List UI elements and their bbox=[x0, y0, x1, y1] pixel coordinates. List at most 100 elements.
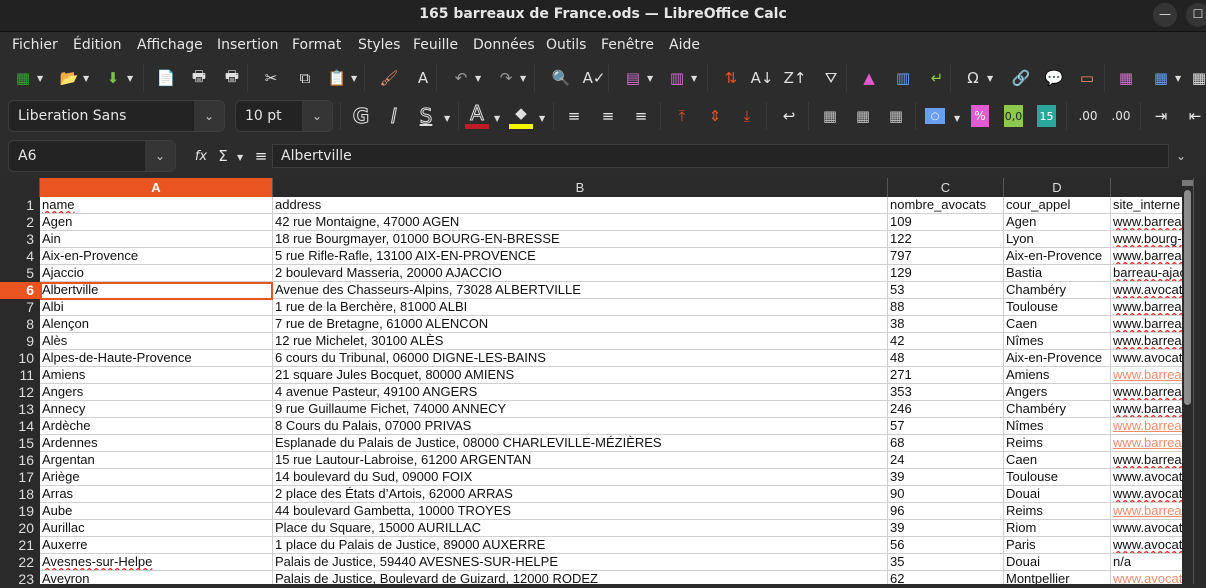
cell-cour-appel[interactable]: Montpellier bbox=[1004, 571, 1111, 584]
cell-nombre-avocats[interactable]: 62 bbox=[888, 571, 1004, 584]
row-header[interactable]: 18 bbox=[0, 486, 40, 503]
unmerge-cells-icon[interactable]: ▦ bbox=[885, 105, 907, 127]
cell-cour-appel[interactable]: Caen bbox=[1004, 316, 1111, 332]
align-center-icon[interactable]: ≡ bbox=[597, 105, 619, 127]
cell-site-internet[interactable]: www.barreau bbox=[1111, 248, 1182, 264]
column-header-b[interactable]: B bbox=[273, 178, 888, 197]
cell-cour-appel[interactable]: Riom bbox=[1004, 520, 1111, 536]
cell-name[interactable]: Ariège bbox=[40, 469, 273, 485]
cell-address[interactable]: Esplanade du Palais de Justice, 08000 CH… bbox=[273, 435, 888, 451]
row-header[interactable]: 22 bbox=[0, 554, 40, 571]
cell-site-internet[interactable]: www.avocat bbox=[1111, 571, 1182, 584]
underline-dropdown-arrow[interactable]: ▼ bbox=[444, 115, 452, 123]
cell-name[interactable]: Auxerre bbox=[40, 537, 273, 553]
cell-name[interactable]: Aveyron bbox=[40, 571, 273, 584]
cell-name[interactable]: Albertville bbox=[40, 282, 273, 298]
cell-nombre-avocats[interactable]: nombre_avocats bbox=[888, 197, 1004, 213]
special-character-icon[interactable]: Ω bbox=[962, 67, 984, 89]
cell-site-internet[interactable]: www.avocat bbox=[1111, 469, 1182, 485]
chevron-down-icon[interactable]: ⌄ bbox=[302, 101, 332, 131]
cell-nombre-avocats[interactable]: 90 bbox=[888, 486, 1004, 502]
cell-address[interactable]: 42 rue Montaigne, 47000 AGEN bbox=[273, 214, 888, 230]
cell-cour-appel[interactable]: Agen bbox=[1004, 214, 1111, 230]
cell-name[interactable]: Alençon bbox=[40, 316, 273, 332]
cell-site-internet[interactable]: www.barreau bbox=[1111, 384, 1182, 400]
row-header[interactable]: 21 bbox=[0, 537, 40, 554]
redo-icon[interactable]: ↷ bbox=[495, 67, 517, 89]
row-header[interactable]: 8 bbox=[0, 316, 40, 333]
paste-dropdown-arrow[interactable]: ▼ bbox=[351, 75, 359, 83]
column-header-e[interactable] bbox=[1111, 178, 1182, 197]
underline-icon[interactable]: S bbox=[415, 104, 437, 129]
cell-address[interactable]: 1 place du Palais de Justice, 89000 AUXE… bbox=[273, 537, 888, 553]
cell-address[interactable]: 2 boulevard Masseria, 20000 AJACCIO bbox=[273, 265, 888, 281]
cell-name[interactable]: Ajaccio bbox=[40, 265, 273, 281]
cell-name[interactable]: Annecy bbox=[40, 401, 273, 417]
cell-site-internet[interactable]: site_interne bbox=[1111, 197, 1182, 213]
save-icon[interactable]: ⬇ bbox=[102, 67, 124, 89]
vertical-scrollbar[interactable] bbox=[1182, 178, 1206, 584]
align-right-icon[interactable]: ≡ bbox=[630, 105, 652, 127]
add-decimal-icon[interactable]: .00 bbox=[1077, 105, 1099, 127]
increase-indent-icon[interactable]: ⇥ bbox=[1150, 105, 1172, 127]
row-header[interactable]: 13 bbox=[0, 401, 40, 418]
freeze-rows-columns-icon[interactable]: ▦ bbox=[1150, 67, 1172, 89]
chevron-down-icon[interactable]: ⌄ bbox=[145, 141, 175, 171]
cell-site-internet[interactable]: www.barreau bbox=[1111, 435, 1182, 451]
print-range-icon[interactable]: ▦ bbox=[1115, 67, 1137, 89]
name-box[interactable]: A6 ⌄ bbox=[8, 140, 176, 172]
cell-address[interactable]: 4 avenue Pasteur, 49100 ANGERS bbox=[273, 384, 888, 400]
cell-cour-appel[interactable]: Paris bbox=[1004, 537, 1111, 553]
open-dropdown-arrow[interactable]: ▼ bbox=[83, 75, 91, 83]
row-header[interactable]: 4 bbox=[0, 248, 40, 265]
column-dropdown-arrow[interactable]: ▼ bbox=[691, 75, 699, 83]
italic-icon[interactable]: I bbox=[383, 104, 405, 129]
cell-cour-appel[interactable]: Aix-en-Provence bbox=[1004, 350, 1111, 366]
cell-address[interactable]: 21 square Jules Bocquet, 80000 AMIENS bbox=[273, 367, 888, 383]
cell-nombre-avocats[interactable]: 129 bbox=[888, 265, 1004, 281]
cell-name[interactable]: Agen bbox=[40, 214, 273, 230]
new-spreadsheet-icon[interactable]: ▦ bbox=[12, 67, 34, 89]
minimize-button[interactable]: — bbox=[1153, 3, 1177, 27]
row-header[interactable]: 5 bbox=[0, 265, 40, 282]
cell-nombre-avocats[interactable]: 24 bbox=[888, 452, 1004, 468]
formula-input[interactable]: Albertville bbox=[272, 144, 1169, 168]
row-icon[interactable]: ▤ bbox=[622, 67, 644, 89]
cell-name[interactable]: Alpes-de-Haute-Provence bbox=[40, 350, 273, 366]
find-replace-icon[interactable]: 🔍 bbox=[550, 67, 572, 89]
percent-format-icon[interactable]: % bbox=[971, 105, 989, 127]
number-format-icon[interactable]: 0,0 bbox=[1004, 105, 1023, 127]
cell-cour-appel[interactable]: Nîmes bbox=[1004, 333, 1111, 349]
decrease-indent-icon[interactable]: ⇤ bbox=[1184, 105, 1206, 127]
row-header[interactable]: 16 bbox=[0, 452, 40, 469]
cell-address[interactable]: 2 place des États d’Artois, 62000 ARRAS bbox=[273, 486, 888, 502]
row-header[interactable]: 19 bbox=[0, 503, 40, 520]
merge-cells-icon[interactable]: ▦ bbox=[852, 105, 874, 127]
cell-address[interactable]: 7 rue de Bretagne, 61000 ALENCON bbox=[273, 316, 888, 332]
row-header[interactable]: 1 bbox=[0, 197, 40, 214]
cell-address[interactable]: 44 boulevard Gambetta, 10000 TROYES bbox=[273, 503, 888, 519]
column-header-d[interactable]: D bbox=[1004, 178, 1111, 197]
chevron-down-icon[interactable]: ⌄ bbox=[194, 101, 224, 131]
cell-nombre-avocats[interactable]: 246 bbox=[888, 401, 1004, 417]
date-format-icon[interactable]: 15 bbox=[1037, 105, 1056, 127]
save-dropdown-arrow[interactable]: ▼ bbox=[127, 75, 135, 83]
row-header[interactable]: 12 bbox=[0, 384, 40, 401]
menu-donnees[interactable]: Données bbox=[473, 37, 535, 53]
cell-cour-appel[interactable]: Caen bbox=[1004, 452, 1111, 468]
menu-affichage[interactable]: Affichage bbox=[137, 37, 203, 53]
cut-icon[interactable]: ✂ bbox=[260, 67, 282, 89]
cell-cour-appel[interactable]: Douai bbox=[1004, 554, 1111, 570]
scrollbar-split-handle[interactable] bbox=[1182, 180, 1193, 186]
column-header-c[interactable]: C bbox=[888, 178, 1004, 197]
row-header[interactable]: 20 bbox=[0, 520, 40, 537]
font-color-icon[interactable]: A bbox=[466, 101, 488, 126]
column-header-a[interactable]: A bbox=[40, 178, 273, 197]
freeze-rows-columns-dropdown-arrow[interactable]: ▼ bbox=[1175, 75, 1183, 83]
cell-nombre-avocats[interactable]: 109 bbox=[888, 214, 1004, 230]
delete-decimal-icon[interactable]: .00 bbox=[1110, 105, 1132, 127]
undo-dropdown-arrow[interactable]: ▼ bbox=[475, 75, 483, 83]
sort-descending-icon[interactable]: Z↑ bbox=[784, 67, 807, 89]
cell-cour-appel[interactable]: Toulouse bbox=[1004, 299, 1111, 315]
row-header[interactable]: 11 bbox=[0, 367, 40, 384]
